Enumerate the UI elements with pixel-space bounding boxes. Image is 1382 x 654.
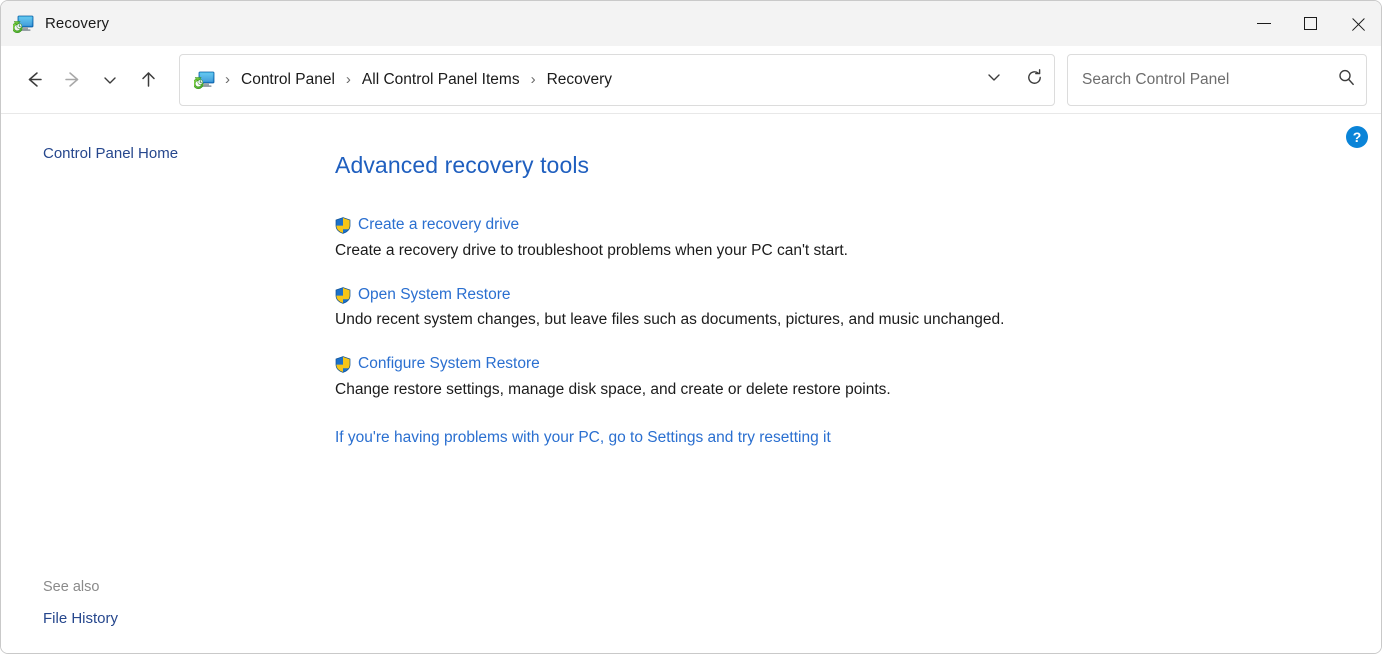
window-controls: [1240, 1, 1381, 46]
navigation-bar: › Control Panel › All Control Panel Item…: [1, 46, 1381, 114]
see-also-label: See also: [1, 579, 321, 595]
back-arrow-icon: [24, 69, 45, 90]
maximize-icon: [1304, 17, 1317, 30]
search-button[interactable]: [1326, 55, 1366, 105]
refresh-icon: [1025, 68, 1044, 92]
maximize-button[interactable]: [1287, 1, 1334, 46]
breadcrumb-recovery[interactable]: Recovery: [545, 68, 614, 92]
chevron-down-icon: [985, 68, 1003, 91]
forward-arrow-icon: [62, 69, 83, 90]
breadcrumb-recovery-icon: [194, 70, 216, 90]
sidebar-item-control-panel-home[interactable]: Control Panel Home: [1, 144, 178, 164]
configure-system-restore-link[interactable]: Configure System Restore: [358, 355, 540, 374]
uac-shield-icon: [335, 217, 351, 234]
minimize-icon: [1257, 23, 1271, 24]
search-input[interactable]: [1068, 71, 1326, 89]
main-content: ? Advanced recovery tools: [321, 114, 1381, 653]
close-button[interactable]: [1334, 1, 1381, 46]
breadcrumb-separator: ›: [522, 71, 545, 88]
recovery-window: Recovery: [0, 0, 1382, 654]
create-recovery-drive-link[interactable]: Create a recovery drive: [358, 216, 519, 235]
recovery-monitor-icon: [13, 14, 35, 34]
breadcrumb-separator: ›: [337, 71, 360, 88]
recent-locations-button[interactable]: [91, 61, 129, 99]
forward-button[interactable]: [53, 61, 91, 99]
refresh-button[interactable]: [1014, 55, 1054, 105]
task-configure-system-restore: Configure System Restore Change restore …: [335, 355, 1381, 400]
up-button[interactable]: [129, 61, 167, 99]
close-icon: [1350, 16, 1366, 32]
window-body: Control Panel Home See also File History…: [1, 114, 1381, 653]
open-system-restore-link[interactable]: Open System Restore: [358, 286, 510, 305]
sidebar-item-file-history[interactable]: File History: [1, 609, 118, 629]
breadcrumb-separator: ›: [216, 71, 239, 88]
open-system-restore-description: Undo recent system changes, but leave fi…: [335, 310, 1381, 330]
reset-pc-settings-link[interactable]: If you're having problems with your PC, …: [335, 429, 831, 447]
uac-shield-icon: [335, 356, 351, 373]
recovery-task-list: Create a recovery drive Create a recover…: [321, 216, 1381, 400]
breadcrumb-all-control-panel-items[interactable]: All Control Panel Items: [360, 68, 522, 92]
help-button[interactable]: ?: [1346, 126, 1368, 148]
open-system-restore-link-row[interactable]: Open System Restore: [335, 286, 510, 305]
page-title: Advanced recovery tools: [335, 152, 1381, 179]
address-bar[interactable]: › Control Panel › All Control Panel Item…: [179, 54, 1055, 106]
window-title: Recovery: [45, 15, 109, 32]
minimize-button[interactable]: [1240, 1, 1287, 46]
back-button[interactable]: [15, 61, 53, 99]
chevron-down-icon: [101, 71, 119, 89]
see-also-section: See also File History: [1, 579, 321, 654]
search-icon: [1337, 68, 1356, 92]
create-recovery-drive-description: Create a recovery drive to troubleshoot …: [335, 241, 1381, 261]
search-control-panel-box[interactable]: [1067, 54, 1367, 106]
task-create-recovery-drive: Create a recovery drive Create a recover…: [335, 216, 1381, 261]
up-arrow-icon: [138, 69, 159, 90]
breadcrumb-control-panel[interactable]: Control Panel: [239, 68, 337, 92]
uac-shield-icon: [335, 287, 351, 304]
task-open-system-restore: Open System Restore Undo recent system c…: [335, 286, 1381, 331]
create-recovery-drive-link-row[interactable]: Create a recovery drive: [335, 216, 519, 235]
left-sidebar: Control Panel Home See also File History: [1, 114, 321, 653]
configure-system-restore-link-row[interactable]: Configure System Restore: [335, 355, 540, 374]
configure-system-restore-description: Change restore settings, manage disk spa…: [335, 380, 1381, 400]
title-bar: Recovery: [1, 1, 1381, 46]
address-dropdown-button[interactable]: [974, 55, 1014, 105]
